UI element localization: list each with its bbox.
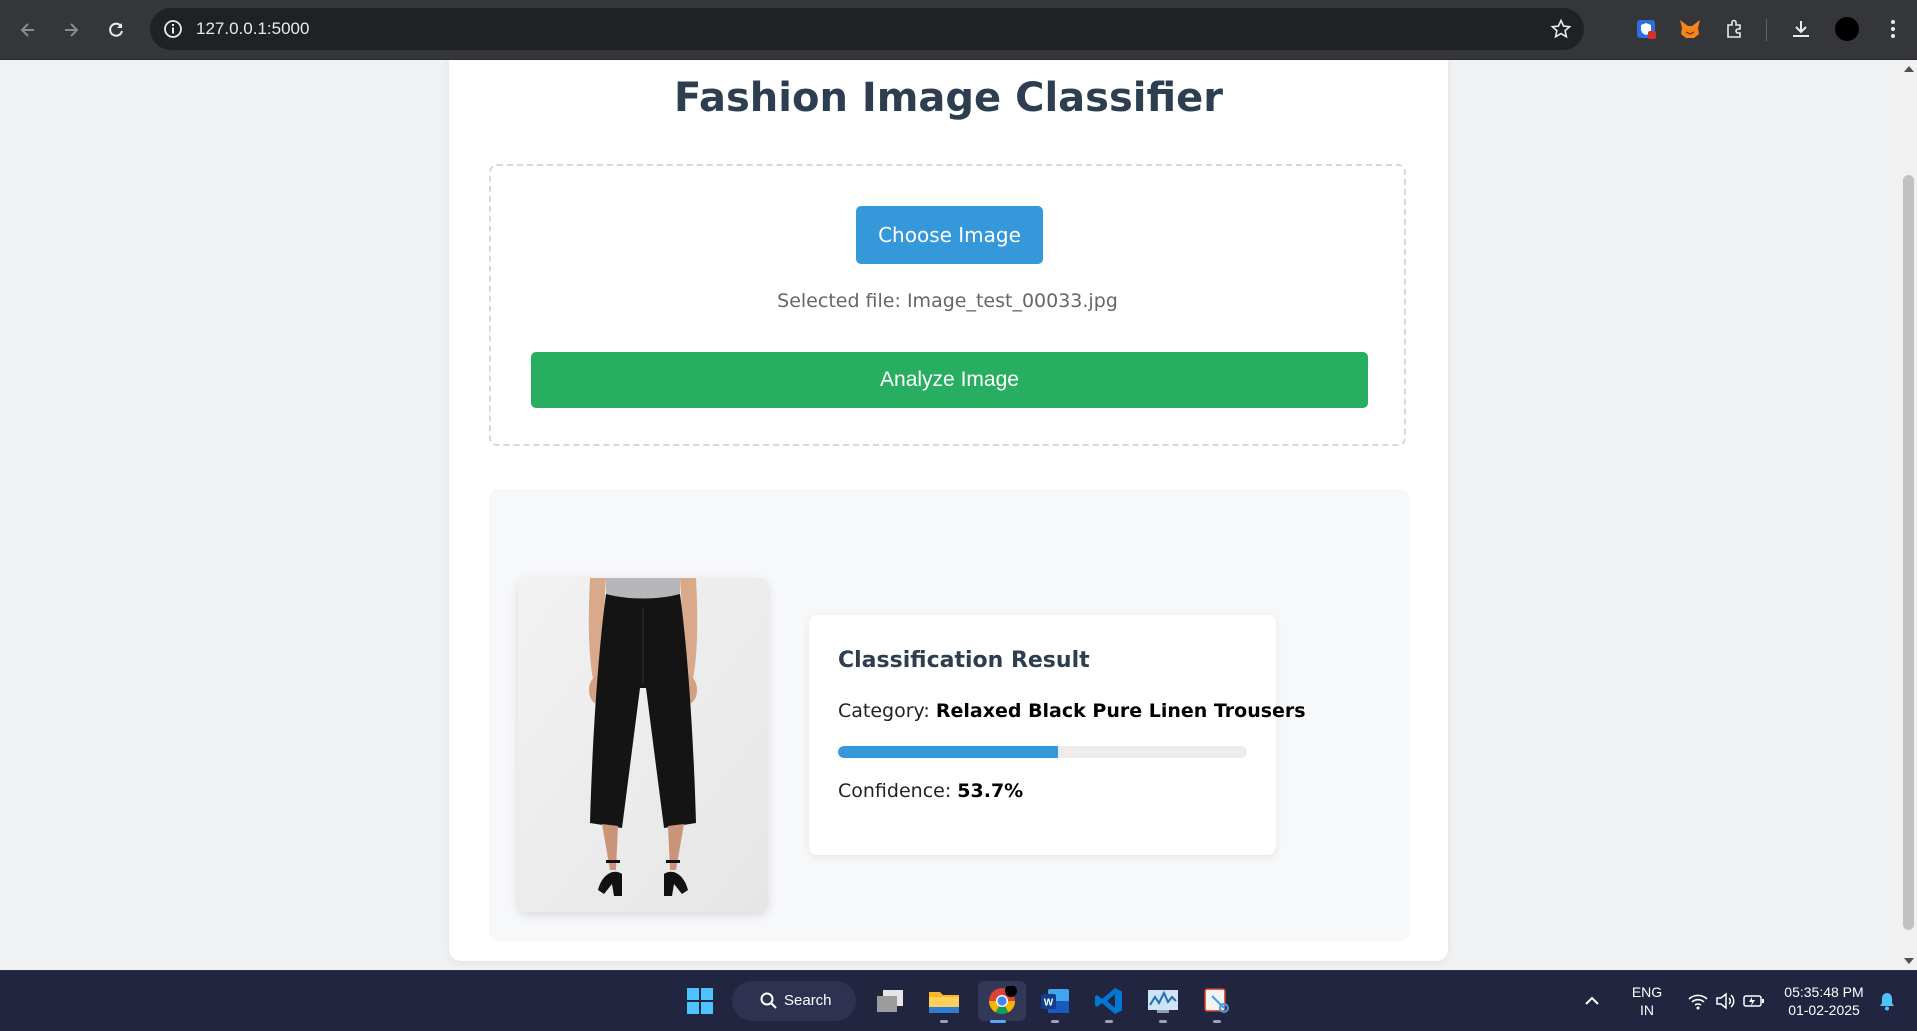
page-viewport: Fashion Image Classifier Choose Image Se… <box>0 60 1900 970</box>
show-hidden-icons-button[interactable] <box>1577 981 1607 1021</box>
running-indicator <box>1159 1020 1167 1023</box>
back-arrow-icon <box>20 23 34 37</box>
windows-taskbar: Search W ENG IN 05:35:48 PM 01-02-2025 <box>0 970 1917 1031</box>
selected-file-label: Selected file: <box>777 290 901 312</box>
toolbar-divider <box>1766 19 1767 41</box>
word-taskbar-button[interactable]: W <box>1035 981 1075 1023</box>
active-indicator <box>990 1020 1006 1023</box>
classifier-card: Fashion Image Classifier Choose Image Se… <box>449 60 1448 961</box>
resource-monitor-button[interactable] <box>1143 981 1183 1023</box>
volume-icon <box>1716 992 1735 1010</box>
confidence-progress-bar <box>838 746 1247 758</box>
running-indicator <box>940 1020 948 1023</box>
results-section: Classification Result Category: Relaxed … <box>489 489 1410 941</box>
language-indicator[interactable]: ENG IN <box>1622 983 1672 1019</box>
battery-icon <box>1743 995 1764 1007</box>
confidence-row: Confidence: 53.7% <box>838 780 1023 802</box>
choose-image-button[interactable]: Choose Image <box>856 206 1043 264</box>
confidence-progress-fill <box>838 746 1058 758</box>
category-row: Category: Relaxed Black Pure Linen Trous… <box>838 700 1306 722</box>
monitor-graph-icon <box>1148 990 1178 1013</box>
confidence-label: Confidence: <box>838 780 952 802</box>
clock[interactable]: 05:35:48 PM 01-02-2025 <box>1778 983 1870 1019</box>
scroll-up-icon[interactable] <box>1904 66 1914 72</box>
chrome-icon <box>988 986 1017 1015</box>
scroll-down-icon[interactable] <box>1904 958 1914 964</box>
chrome-taskbar-button[interactable] <box>978 981 1026 1023</box>
running-indicator <box>1213 1020 1221 1023</box>
scrollbar-thumb[interactable] <box>1903 175 1914 930</box>
site-info-icon[interactable] <box>162 18 184 44</box>
task-view-icon <box>877 990 903 1012</box>
profile-avatar[interactable] <box>1834 16 1860 42</box>
search-icon <box>760 992 777 1009</box>
trousers-photo <box>518 578 768 912</box>
forward-arrow-icon <box>65 23 79 37</box>
taskbar-search[interactable]: Search <box>732 981 856 1021</box>
result-title: Classification Result <box>838 648 1090 673</box>
language-code: ENG <box>1631 984 1663 1000</box>
snipping-tool-button[interactable] <box>1197 981 1237 1023</box>
confidence-value: 53.7% <box>957 780 1024 802</box>
file-explorer-button[interactable] <box>924 981 964 1023</box>
chevron-up-icon <box>1585 996 1599 1005</box>
selected-file-text: Selected file: Image_test_00033.jpg <box>491 290 1404 312</box>
extension-shield-icon[interactable] <box>1633 16 1659 42</box>
svg-text:W: W <box>1044 998 1054 1009</box>
start-button[interactable] <box>680 981 720 1021</box>
folder-icon <box>929 992 959 1013</box>
classification-result-card: Classification Result Category: Relaxed … <box>809 615 1306 855</box>
back-button[interactable] <box>12 14 44 46</box>
uploaded-image-preview <box>518 578 768 912</box>
snipping-tool-icon <box>1204 988 1229 1013</box>
running-indicator <box>1105 1020 1113 1023</box>
reload-icon <box>109 22 123 37</box>
browser-toolbar: 127.0.0.1:5000 <box>0 0 1917 60</box>
category-label: Category: <box>838 700 930 722</box>
bell-icon <box>1880 993 1894 1011</box>
upload-dropzone[interactable]: Choose Image Selected file: Image_test_0… <box>489 164 1406 446</box>
search-label: Search <box>784 992 832 1009</box>
reload-button[interactable] <box>100 14 132 46</box>
bookmark-star-icon[interactable] <box>1550 18 1572 44</box>
notifications-button[interactable] <box>1872 981 1902 1021</box>
word-icon: W <box>1041 989 1069 1013</box>
quick-settings-button[interactable] <box>1678 981 1774 1021</box>
windows-logo-icon <box>687 988 713 1014</box>
running-indicator <box>1051 1020 1059 1023</box>
clock-date: 01-02-2025 <box>1788 1002 1860 1018</box>
selected-file-name: Image_test_00033.jpg <box>906 290 1118 312</box>
forward-button[interactable] <box>55 14 87 46</box>
downloads-icon[interactable] <box>1788 16 1814 42</box>
vscode-icon <box>1095 988 1122 1014</box>
analyze-image-button[interactable]: Analyze Image <box>531 352 1368 408</box>
page-scrollbar[interactable] <box>1900 60 1917 970</box>
browser-menu-icon[interactable] <box>1880 16 1906 42</box>
task-view-button[interactable] <box>870 981 910 1021</box>
wifi-icon <box>1688 994 1708 1010</box>
page-title: Fashion Image Classifier <box>674 75 1223 121</box>
extensions-puzzle-icon[interactable] <box>1722 16 1748 42</box>
category-value: Relaxed Black Pure Linen Trousers <box>935 700 1306 722</box>
clock-time: 05:35:48 PM <box>1784 984 1864 1000</box>
vscode-taskbar-button[interactable] <box>1089 981 1129 1023</box>
region-code: IN <box>1640 1002 1654 1018</box>
address-bar[interactable]: 127.0.0.1:5000 <box>150 8 1584 50</box>
url-text[interactable]: 127.0.0.1:5000 <box>196 19 309 39</box>
metamask-fox-icon[interactable] <box>1677 16 1703 42</box>
